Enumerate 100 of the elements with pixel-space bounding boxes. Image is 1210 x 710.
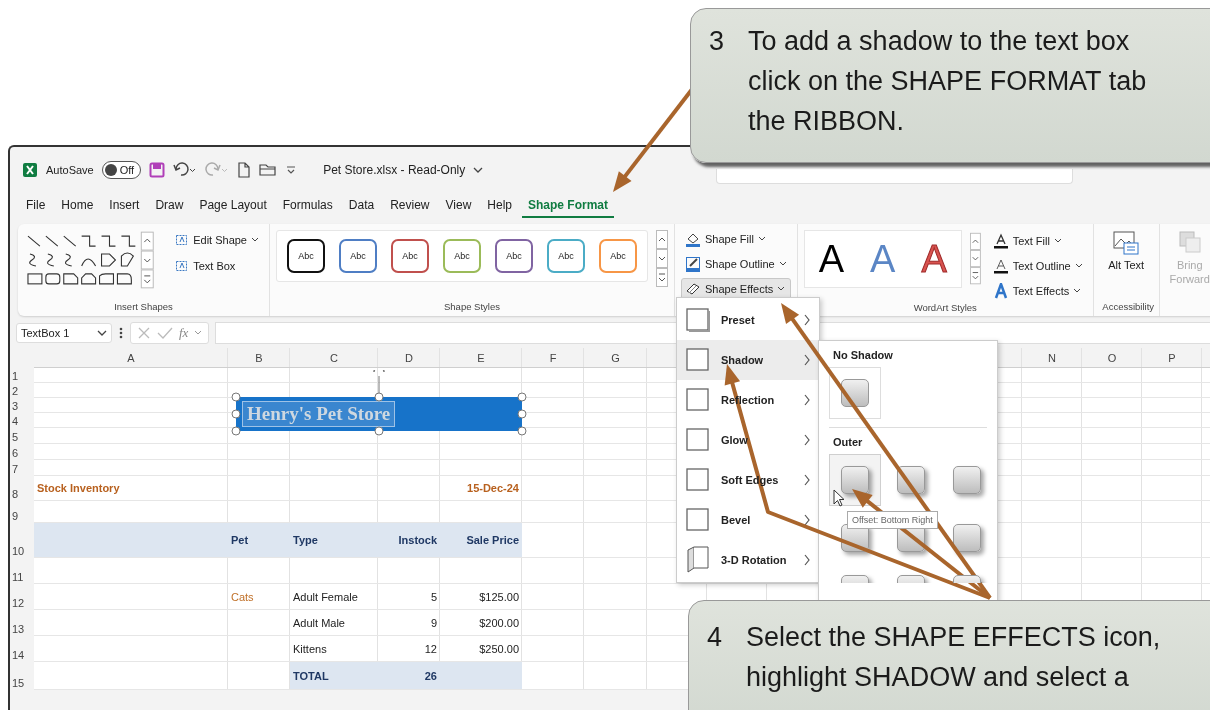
ribbon-button[interactable]: Text Fill [988,230,1087,252]
edit-shape-icon [175,233,190,247]
chevron-right-icon [803,394,811,406]
ribbon-tab[interactable]: Shape Format [522,194,614,218]
row-number[interactable]: 3 [10,398,34,413]
ribbon-tab[interactable]: Review [384,194,436,218]
name-box[interactable]: TextBox 1 [16,323,112,343]
ribbon-tab[interactable]: Insert [103,194,146,218]
shape-style-option[interactable]: Abc [339,239,377,273]
ribbon-tab[interactable]: Page Layout [193,194,273,218]
row-number[interactable]: 14 [10,636,34,662]
chevron-down-icon [194,330,203,336]
column-header[interactable]: F [549,352,557,364]
table-cell-text: $200.00 [478,615,520,631]
row-number[interactable]: 5 [10,428,34,444]
wordart-style-option[interactable]: A [818,240,845,278]
row-number[interactable]: 9 [10,501,34,523]
ribbon-button[interactable]: Shape Outline [681,253,791,275]
shape-style-option[interactable]: Abc [391,239,429,273]
row-number[interactable]: 10 [10,523,34,558]
shape-style-option[interactable]: Abc [495,239,533,273]
ribbon-button[interactable]: Text Outline [988,255,1087,277]
table-cell-text: 5 [429,589,438,605]
check-icon[interactable] [157,326,173,340]
ribbon-button[interactable]: Text Box [171,256,263,276]
pen-outline-icon [685,256,701,272]
ribbon-tab[interactable]: View [439,194,478,218]
column-header[interactable]: A [127,352,135,364]
menu-item[interactable]: Preset [677,300,819,340]
instruction-text: Select the SHAPE EFFECTS icon, highlight SHADOW and select a [746,621,1161,694]
undo-icon[interactable] [173,161,198,178]
row-number[interactable]: 15 [10,662,34,690]
shape-style-option[interactable]: Abc [443,239,481,273]
ribbon-tab[interactable]: File [20,194,52,218]
search-field[interactable] [716,169,1074,184]
column-header[interactable]: E [477,352,485,364]
row-number[interactable]: 1 [10,368,34,383]
table-cell: Instock [378,523,440,557]
column-header[interactable]: N [1048,352,1056,364]
column-header[interactable]: D [405,352,413,364]
wordart-style-option[interactable]: A [921,240,947,278]
row-number[interactable]: 7 [10,460,34,476]
chevron-down-icon [1074,263,1083,269]
ribbon-tab[interactable]: Formulas [276,194,339,218]
menu-item[interactable]: Bevel [677,500,819,540]
chevron-down-icon [97,329,107,337]
autosave-toggle[interactable]: Off [101,160,142,179]
row-number[interactable]: 6 [10,444,34,460]
wordart-style-option[interactable]: A [870,240,896,278]
chevron-right-icon [803,554,811,566]
table-cell-text: Adult Male [292,615,346,631]
insert-function-button[interactable]: fx [179,325,189,341]
row-number[interactable]: 4 [10,413,34,428]
ribbon-button[interactable]: Shape Fill [681,228,791,250]
menu-item[interactable]: 3-D Rotation [677,540,819,580]
column-header[interactable]: P [1168,352,1176,364]
shape-style-option[interactable]: Abc [287,239,325,273]
spreadsheet-app-icon [22,161,38,178]
shape-style-option[interactable]: Abc [547,239,585,273]
shape-style-option[interactable]: Abc [599,239,637,273]
table-cell-text: 15-Dec-24 [466,481,520,496]
section-title: No Shadow [832,348,894,363]
ribbon-tab[interactable]: Draw [149,194,190,218]
ribbon-button[interactable]: Edit Shape [171,230,263,250]
ribbon-tab[interactable]: Home [55,194,100,218]
paint-bucket-icon [685,231,701,247]
table-cell-text: 12 [423,641,438,657]
gallery-scroll-icon[interactable] [656,230,668,288]
rotated-square-icon [685,546,711,574]
folder-icon[interactable] [259,161,278,178]
table-cell-text: Cats [230,589,255,605]
ribbon-tab[interactable]: Help [481,194,518,218]
row-number[interactable]: 2 [10,383,34,398]
text-box-icon [175,259,190,273]
ribbon-button[interactable]: Shape Effects [681,278,791,300]
save-icon[interactable] [149,161,166,178]
ribbon-button[interactable]: Text Effects [988,280,1087,302]
menu-item[interactable]: Shadow [677,340,819,380]
chevron-down-icon [1073,288,1082,294]
row-number[interactable]: 11 [10,558,34,584]
text-box-text: Henry's Pet Store [242,401,396,427]
column-header[interactable]: B [255,352,263,364]
image-text-icon [1112,230,1141,256]
chevron-right-icon [803,434,811,446]
column-header[interactable]: G [611,352,620,364]
row-number[interactable]: 12 [10,584,34,610]
column-header[interactable]: O [1107,352,1117,364]
new-file-icon[interactable] [237,161,252,178]
chevron-right-icon [803,514,811,526]
alt-text-button[interactable]: Alt Text [1102,230,1151,273]
table-cell-text: $250.00 [478,641,520,657]
shape-effects-icon [685,281,701,297]
shadow-preset-option[interactable] [829,367,881,419]
row-number[interactable]: 13 [10,610,34,636]
ribbon-tab[interactable]: Data [342,194,381,218]
column-header[interactable]: C [330,352,338,364]
chevron-down-icon[interactable] [473,165,484,174]
file-name[interactable]: Pet Store.xlsx - Read-Only [323,162,466,177]
row-number[interactable]: 8 [10,476,34,501]
more-options-icon[interactable] [118,326,124,340]
